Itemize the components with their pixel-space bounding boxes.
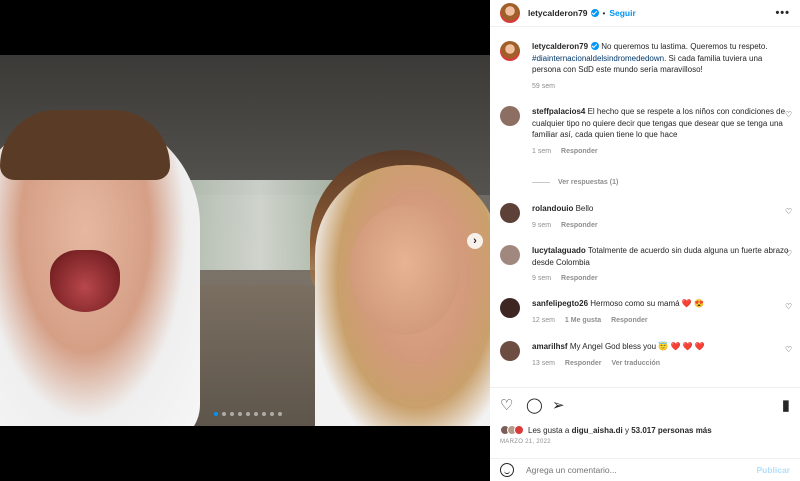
caption-text: No queremos tu lastima. Queremos tu resp…: [601, 42, 768, 51]
comment-time[interactable]: 1 sem: [532, 148, 551, 155]
caption-hashtag[interactable]: #diainternacionaldelsindromededown: [532, 54, 664, 63]
commenter-avatar[interactable]: [500, 341, 520, 361]
comment-time[interactable]: 9 sem: [532, 275, 551, 282]
comment-like-icon[interactable]: ♡: [785, 249, 794, 258]
comment-username[interactable]: steffpalacios4: [532, 107, 585, 116]
carousel-dot: [262, 412, 266, 416]
comment-meta: 13 sem Responder Ver traducción: [532, 358, 790, 370]
comment-like-icon[interactable]: ♡: [785, 110, 794, 119]
post-photo[interactable]: [0, 55, 490, 426]
bookmark-icon[interactable]: ▮: [782, 398, 790, 414]
photo-boy-mouth: [50, 250, 120, 312]
comment-like-icon[interactable]: ♡: [785, 207, 794, 216]
commenter-avatar[interactable]: [500, 106, 520, 126]
likes-prefix: Les gusta a: [528, 425, 570, 435]
comments-list[interactable]: letycalderon79 No queremos tu lastima. Q…: [490, 28, 800, 385]
likes-count[interactable]: 53.017 personas más: [631, 426, 712, 435]
author-avatar[interactable]: [500, 3, 520, 23]
publish-button[interactable]: Publicar: [756, 465, 790, 475]
reply-button[interactable]: Responder: [561, 148, 598, 155]
paper-plane-icon[interactable]: ➢: [552, 398, 565, 414]
commenter-avatar[interactable]: [500, 245, 520, 265]
caption-username[interactable]: letycalderon79: [532, 42, 588, 51]
comment-body: lucytalaguado Totalmente de acuerdo sin …: [532, 245, 790, 285]
comment-meta: 1 sem Responder: [532, 146, 790, 158]
heart-icon[interactable]: ♡: [500, 398, 513, 414]
carousel-dot: [254, 412, 258, 416]
comment-meta: 9 sem Responder: [532, 273, 790, 285]
comment-meta: 9 sem Responder: [532, 220, 790, 232]
verified-badge-icon: [591, 42, 600, 50]
comment-username[interactable]: rolandouio: [532, 204, 573, 213]
comment-username[interactable]: amarilhsf: [532, 342, 568, 351]
view-replies-button[interactable]: Ver respuestas (1): [532, 179, 618, 186]
add-comment-bar: Publicar: [490, 458, 800, 481]
carousel-dot: [270, 412, 274, 416]
post-header: letycalderon79 • Seguir •••: [490, 0, 800, 27]
likes-conj: y: [624, 425, 629, 435]
emoji-icon[interactable]: [500, 463, 514, 477]
comment-username[interactable]: sanfelipegto26: [532, 299, 588, 308]
caption-avatar[interactable]: [500, 41, 520, 61]
comment-input[interactable]: [526, 465, 746, 475]
comment-text: Bello: [575, 204, 594, 213]
likes-summary[interactable]: Les gusta a digu_aisha.di y 53.017 perso…: [500, 425, 712, 435]
comment-body: amarilhsf My Angel God bless you 😇 ❤️ ❤️…: [532, 341, 790, 369]
photo-woman-face: [350, 205, 460, 335]
action-icons: ♡ ◯ ➢ ▮: [500, 398, 790, 414]
comment-icon[interactable]: ◯: [526, 398, 543, 414]
post-date[interactable]: MARZO 21, 2022: [500, 439, 551, 445]
carousel-dot: [246, 412, 250, 416]
comment-like-icon[interactable]: ♡: [785, 345, 794, 354]
likes-user[interactable]: digu_aisha.di: [572, 426, 623, 435]
comment-text: My Angel God bless you 😇 ❤️ ❤️ ❤️: [569, 342, 705, 351]
commenter-avatar[interactable]: [500, 203, 520, 223]
comment-body: rolandouio Bello 9 sem Responder: [532, 203, 790, 231]
liker-avatar: [514, 425, 524, 435]
carousel-dot: [230, 412, 234, 416]
caption-time[interactable]: 59 sem: [532, 83, 555, 90]
reply-button[interactable]: Responder: [561, 222, 598, 229]
header-separator: •: [602, 8, 606, 18]
likes-text: Les gusta a digu_aisha.di y 53.017 perso…: [528, 426, 712, 435]
carousel-dot: [238, 412, 242, 416]
comment-time[interactable]: 12 sem: [532, 317, 555, 324]
verified-badge-icon: [590, 9, 599, 17]
comment-body: steffpalacios4 El hecho que se respete a…: [532, 106, 790, 157]
carousel-indicator: [214, 412, 282, 416]
photo-boy-hair: [0, 110, 170, 180]
reply-button[interactable]: Responder: [611, 317, 648, 324]
carousel-dot: [278, 412, 282, 416]
reply-button[interactable]: Responder: [561, 275, 598, 282]
commenter-avatar[interactable]: [500, 298, 520, 318]
author-username[interactable]: letycalderon79: [528, 8, 588, 18]
caption-body: letycalderon79 No queremos tu lastima. Q…: [532, 41, 790, 92]
post-side-panel: letycalderon79 • Seguir ••• letycalderon…: [490, 0, 800, 481]
see-translation-button[interactable]: Ver traducción: [611, 360, 660, 367]
carousel-dot: [214, 412, 218, 416]
carousel-next-button[interactable]: ›: [467, 233, 483, 249]
comment-text: Hermoso como su mamá ❤️ 😍: [590, 299, 704, 308]
comment-username[interactable]: lucytalaguado: [532, 246, 586, 255]
comment-body: sanfelipegto26 Hermoso como su mamá ❤️ 😍…: [532, 298, 790, 326]
follow-button[interactable]: Seguir: [609, 8, 635, 18]
comment-time[interactable]: 13 sem: [532, 360, 555, 367]
instagram-post-modal: › letycalderon79 • Seguir ••• letycalder…: [0, 0, 800, 481]
comment-likes-count[interactable]: 1 Me gusta: [565, 317, 601, 324]
comment-meta: 12 sem 1 Me gusta Responder: [532, 315, 790, 327]
comment-like-icon[interactable]: ♡: [785, 302, 794, 311]
post-media: ›: [0, 0, 490, 481]
reply-button[interactable]: Responder: [565, 360, 602, 367]
more-options-icon[interactable]: •••: [775, 7, 790, 19]
comment-time[interactable]: 9 sem: [532, 222, 551, 229]
carousel-dot: [222, 412, 226, 416]
caption-meta: 59 sem: [532, 81, 790, 93]
